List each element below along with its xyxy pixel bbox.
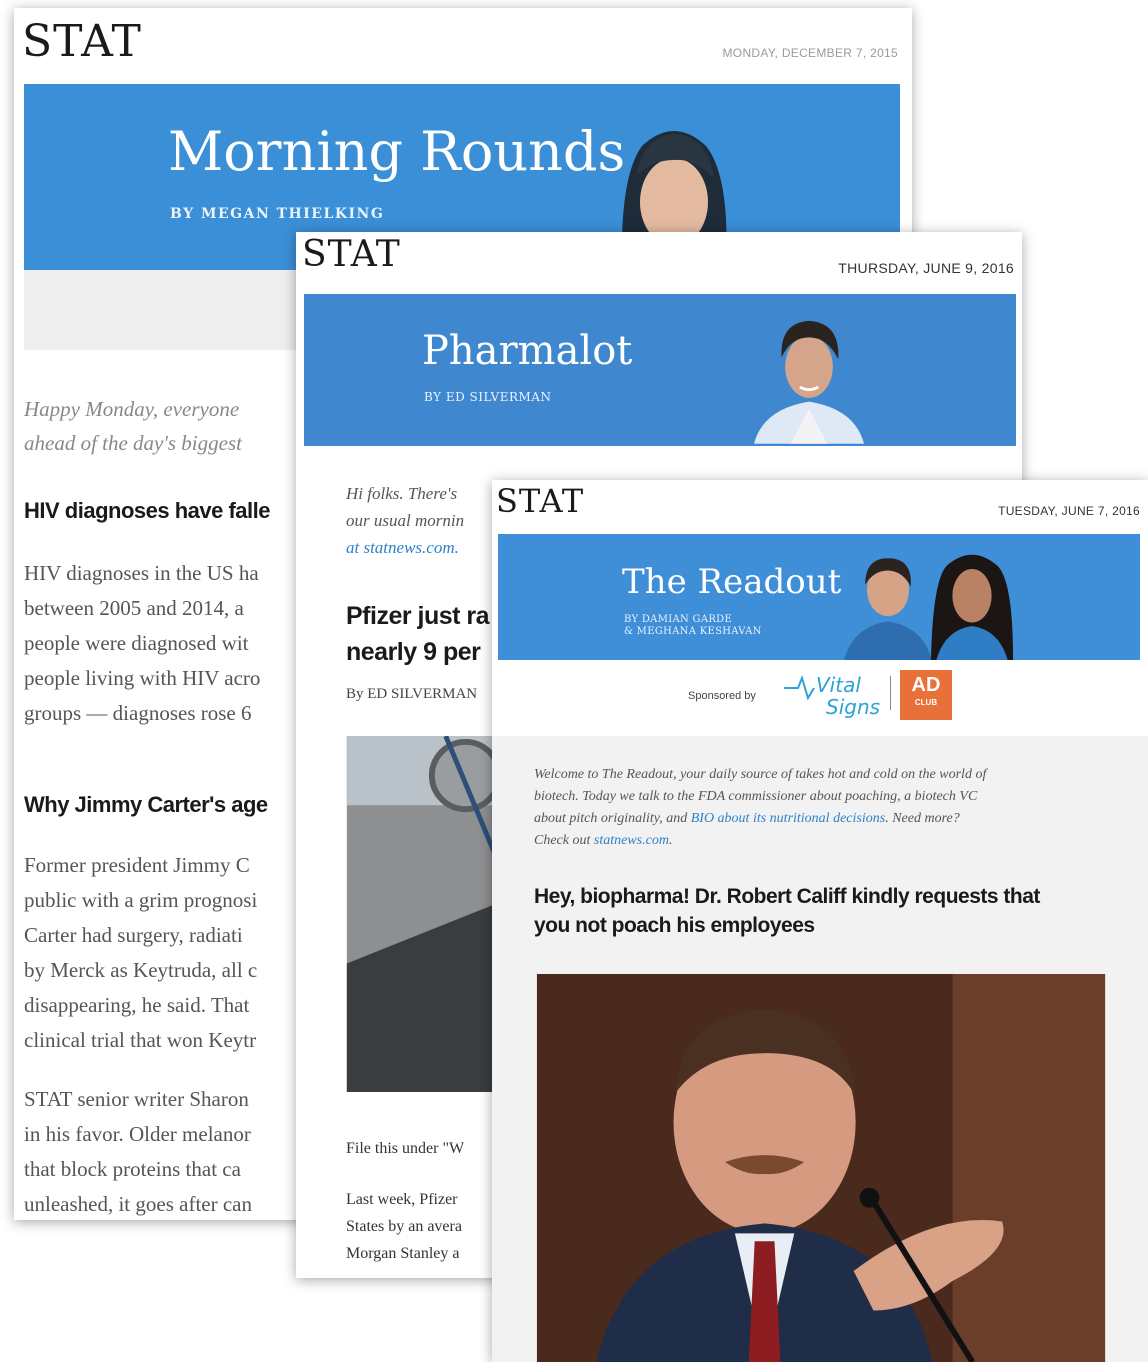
story-photo-califf [536,974,1106,1362]
stat-logo: STAT [302,234,401,275]
author-portrait-2 [930,554,1014,660]
stat-logo: STAT [22,16,142,67]
story-headline-califf[interactable]: Hey, biopharma! Dr. Robert Califf kindly… [534,882,1040,940]
newsletter-date: TUESDAY, JUNE 7, 2016 [998,504,1140,518]
ad-club-logo[interactable]: AD CLUB [900,670,952,720]
story-body-pfizer: Last week, Pfizer States by an avera Mor… [346,1191,462,1262]
sponsor-divider [890,676,891,710]
ad-club-logo-ad: AD [911,674,941,696]
stat-logo: STAT [496,482,585,520]
story-author: By ED SILVERMAN [346,686,478,702]
banner-byline: By MEGAN THIELKING [170,206,385,222]
story-body-carter-2: STAT senior writer Sharon in his favor. … [24,1087,252,1216]
file-under-text: File this under "W [346,1140,465,1157]
svg-text:Vital: Vital [816,673,861,697]
sponsor-area: Sponsored by Vital Signs AD CLUB [492,664,1148,724]
banner-byline: By ED SILVERMAN [424,390,552,404]
newsletter-date: THURSDAY, JUNE 9, 2016 [838,260,1014,276]
banner-title: The Readout [622,562,842,602]
vital-signs-logo[interactable]: Vital Signs [782,668,882,720]
banner-byline-1: By DAMIAN GARDE [624,614,733,625]
story-headline-pfizer[interactable]: Pfizer just ra nearly 9 per [346,598,490,670]
story-headline-carter[interactable]: Why Jimmy Carter's age [24,792,268,818]
banner-byline-2: & MEGHANA KESHAVAN [624,626,762,637]
newsletter-date: MONDAY, DECEMBER 7, 2015 [722,46,898,60]
svg-text:Signs: Signs [826,695,880,719]
sponsored-by-label: Sponsored by [688,690,756,702]
bio-link[interactable]: BIO about its nutritional decisions [691,811,885,826]
story-body-carter: Former president Jimmy C public with a g… [24,853,258,1052]
newsletter-card-the-readout: STAT TUESDAY, JUNE 7, 2016 The Readout B… [492,480,1148,1362]
ad-club-logo-club: CLUB [914,698,938,707]
story-body-hiv: HIV diagnoses in the US ha between 2005 … [24,561,261,725]
statnews-link[interactable]: statnews.com [594,833,669,848]
story-photo-pfizer-building [346,736,496,1092]
author-portrait [754,320,864,444]
newsletter-banner: Pharmalot By ED SILVERMAN [304,294,1016,446]
newsletter-banner: The Readout By DAMIAN GARDE & MEGHANA KE… [498,534,1140,660]
vital-signs-logo-mark: Vital Signs [784,673,880,719]
banner-title: Morning Rounds [168,120,626,183]
intro-text: Hi folks. There's our usual mornin at st… [346,484,465,557]
banner-title: Pharmalot [422,328,633,374]
intro-text: Welcome to The Readout, your daily sourc… [534,767,987,848]
story-headline-hiv[interactable]: HIV diagnoses have falle [24,498,270,524]
intro-text: Happy Monday, everyone ahead of the day'… [24,397,242,455]
